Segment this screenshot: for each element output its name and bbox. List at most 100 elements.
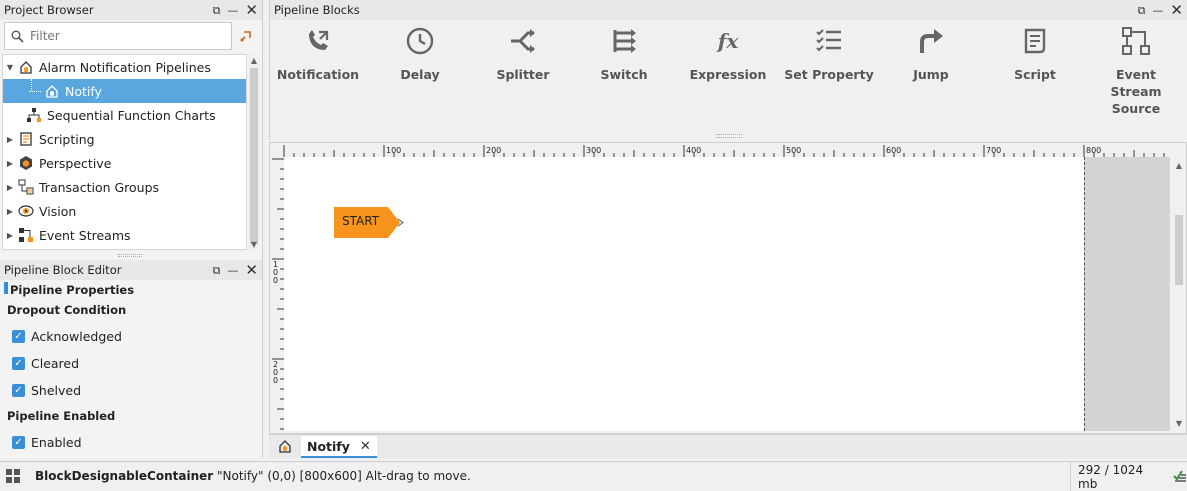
splitter-block-button[interactable]: Splitter	[473, 24, 573, 83]
notification-block-button[interactable]: Notification	[268, 24, 368, 83]
tree-scrollbar[interactable]: ▲ ▼	[248, 54, 260, 250]
switch-block-button[interactable]: Switch	[574, 24, 674, 83]
event-streams-icon	[17, 227, 35, 243]
tree-item-event-streams[interactable]: ▶ Event Streams	[3, 223, 246, 247]
notification-icon	[303, 24, 333, 58]
scroll-thumb[interactable]	[1175, 215, 1183, 285]
panel-title: Project Browser	[4, 3, 94, 17]
checkbox-checked-icon[interactable]: ✓	[12, 436, 25, 449]
alarm-pipeline-icon	[17, 59, 35, 75]
event-stream-source-icon	[1121, 24, 1151, 58]
block-label: Set Property	[784, 67, 874, 82]
scroll-down-icon[interactable]: ▼	[1173, 417, 1185, 429]
float-icon[interactable]: ⧉	[213, 5, 221, 16]
pipeline-blocks-header: Pipeline Blocks ⧉ — ✕	[270, 0, 1187, 20]
grid-menu-icon[interactable]	[6, 469, 20, 486]
checkbox-checked-icon[interactable]: ✓	[12, 330, 25, 343]
filter-options-icon[interactable]	[236, 26, 256, 46]
tree-item-alarm-notification-pipelines[interactable]: ▼ Alarm Notification Pipelines	[3, 55, 246, 79]
memory-indicator[interactable]: 292 / 1024 mb	[1070, 462, 1187, 491]
close-tab-icon[interactable]: ✕	[360, 439, 371, 454]
script-icon	[1020, 24, 1050, 58]
pipeline-blocks-panel: Pipeline Blocks ⧉ — ✕ Notification Delay…	[269, 0, 1187, 140]
alarm-pipeline-icon	[277, 438, 293, 457]
scroll-up-icon[interactable]: ▲	[248, 54, 260, 66]
ruler-label: 700	[986, 146, 1001, 155]
notify-pipeline-icon	[43, 83, 61, 99]
script-block-button[interactable]: Script	[985, 24, 1085, 83]
block-editor-header: Pipeline Block Editor ⧉ — ✕	[0, 260, 262, 280]
tree-item-notify[interactable]: Notify	[3, 79, 246, 103]
collapsed-arrow-icon[interactable]: ▶	[3, 231, 17, 240]
float-icon[interactable]: ⧉	[1138, 5, 1146, 16]
tree-item-label: Vision	[39, 203, 77, 219]
designer-canvas[interactable]: START	[284, 157, 1170, 431]
panel-splitter[interactable]	[716, 134, 742, 138]
pipeline-enabled-heading: Pipeline Enabled	[7, 409, 116, 423]
collapsed-arrow-icon[interactable]: ▶	[3, 183, 17, 192]
collapsed-arrow-icon[interactable]: ▶	[3, 159, 17, 168]
checkbox-label: Cleared	[31, 356, 80, 371]
event-stream-source-block-button[interactable]: Event Stream Source	[1086, 24, 1186, 117]
ruler-label: 0	[273, 376, 278, 385]
filter-field[interactable]	[4, 22, 232, 50]
section-title: Pipeline Properties	[10, 283, 135, 297]
minimize-icon[interactable]: —	[227, 5, 238, 16]
canvas-scrollbar[interactable]: ▲ ▼	[1172, 157, 1186, 431]
expanded-arrow-icon[interactable]: ▼	[3, 63, 17, 72]
float-icon[interactable]: ⧉	[213, 265, 221, 276]
checkbox-checked-icon[interactable]: ✓	[12, 384, 25, 397]
minimize-icon[interactable]: —	[1152, 5, 1163, 16]
tree-item-label: Alarm Notification Pipelines	[39, 59, 211, 75]
cleared-checkbox[interactable]: ✓ Cleared	[12, 356, 79, 371]
minimize-icon[interactable]: —	[227, 265, 238, 276]
tab-notify[interactable]: Notify ✕	[301, 436, 377, 458]
scroll-thumb[interactable]	[250, 68, 258, 244]
start-block-label: START	[342, 214, 380, 228]
scroll-down-icon[interactable]: ▼	[248, 238, 260, 250]
set-property-block-button[interactable]: Set Property	[779, 24, 879, 83]
tree-item-label: Notify	[65, 83, 102, 99]
close-icon[interactable]: ✕	[1170, 2, 1183, 18]
checkbox-label: Enabled	[31, 435, 82, 450]
block-label: Notification	[276, 67, 360, 82]
pipeline-designer: 100 200 300 400 500 600 700 800 100 200 START ▲ …	[269, 142, 1187, 434]
acknowledged-checkbox[interactable]: ✓ Acknowledged	[12, 329, 122, 344]
collapsed-arrow-icon[interactable]: ▶	[3, 207, 17, 216]
filter-input[interactable]	[30, 29, 210, 43]
memory-check-icon[interactable]	[1173, 469, 1187, 486]
tree-item-scripting[interactable]: ▶ Scripting	[3, 127, 246, 151]
shelved-checkbox[interactable]: ✓ Shelved	[12, 383, 81, 398]
project-browser-panel: Project Browser ⧉ — ✕ ▼ Alarm Notificati…	[0, 0, 263, 260]
delay-block-button[interactable]: Delay	[370, 24, 470, 83]
tree-item-label: Scripting	[39, 131, 95, 147]
ruler-label: 200	[486, 146, 501, 155]
jump-block-button[interactable]: Jump	[881, 24, 981, 83]
enabled-checkbox[interactable]: ✓ Enabled	[12, 435, 82, 450]
tree-item-label: Transaction Groups	[39, 179, 160, 195]
expression-block-button[interactable]: fx Expression	[678, 24, 778, 83]
collapsed-arrow-icon[interactable]: ▶	[3, 135, 17, 144]
tree-item-perspective[interactable]: ▶ Perspective	[3, 151, 246, 175]
project-browser-header: Project Browser ⧉ — ✕	[0, 0, 262, 20]
start-block[interactable]: START	[334, 207, 404, 238]
fx-icon: fx	[717, 29, 739, 53]
tree-item-label: Sequential Function Charts	[47, 107, 216, 123]
checkbox-checked-icon[interactable]: ✓	[12, 357, 25, 370]
tree-item-sequential-function-charts[interactable]: Sequential Function Charts	[3, 103, 246, 127]
tree-item-vision[interactable]: ▶ Vision	[3, 199, 246, 223]
switch-icon	[609, 24, 639, 58]
search-icon	[11, 30, 24, 43]
close-icon[interactable]: ✕	[245, 2, 258, 18]
pipeline-block-editor-panel: Pipeline Block Editor ⧉ — ✕ Pipeline Pro…	[0, 260, 263, 458]
tree-item-transaction-groups[interactable]: ▶ Transaction Groups	[3, 175, 246, 199]
scroll-up-icon[interactable]: ▲	[1173, 159, 1185, 171]
project-tree: ▼ Alarm Notification Pipelines Notify Se…	[2, 54, 247, 250]
status-message: BlockDesignableContainer "Notify" (0,0) …	[35, 469, 471, 483]
tree-item-label: Event Streams	[39, 227, 131, 243]
panel-splitter[interactable]	[118, 254, 142, 257]
sfc-icon	[25, 107, 43, 123]
close-icon[interactable]: ✕	[245, 262, 258, 278]
ruler-label: 400	[686, 146, 701, 155]
memory-usage: 292 / 1024 mb	[1078, 463, 1144, 491]
